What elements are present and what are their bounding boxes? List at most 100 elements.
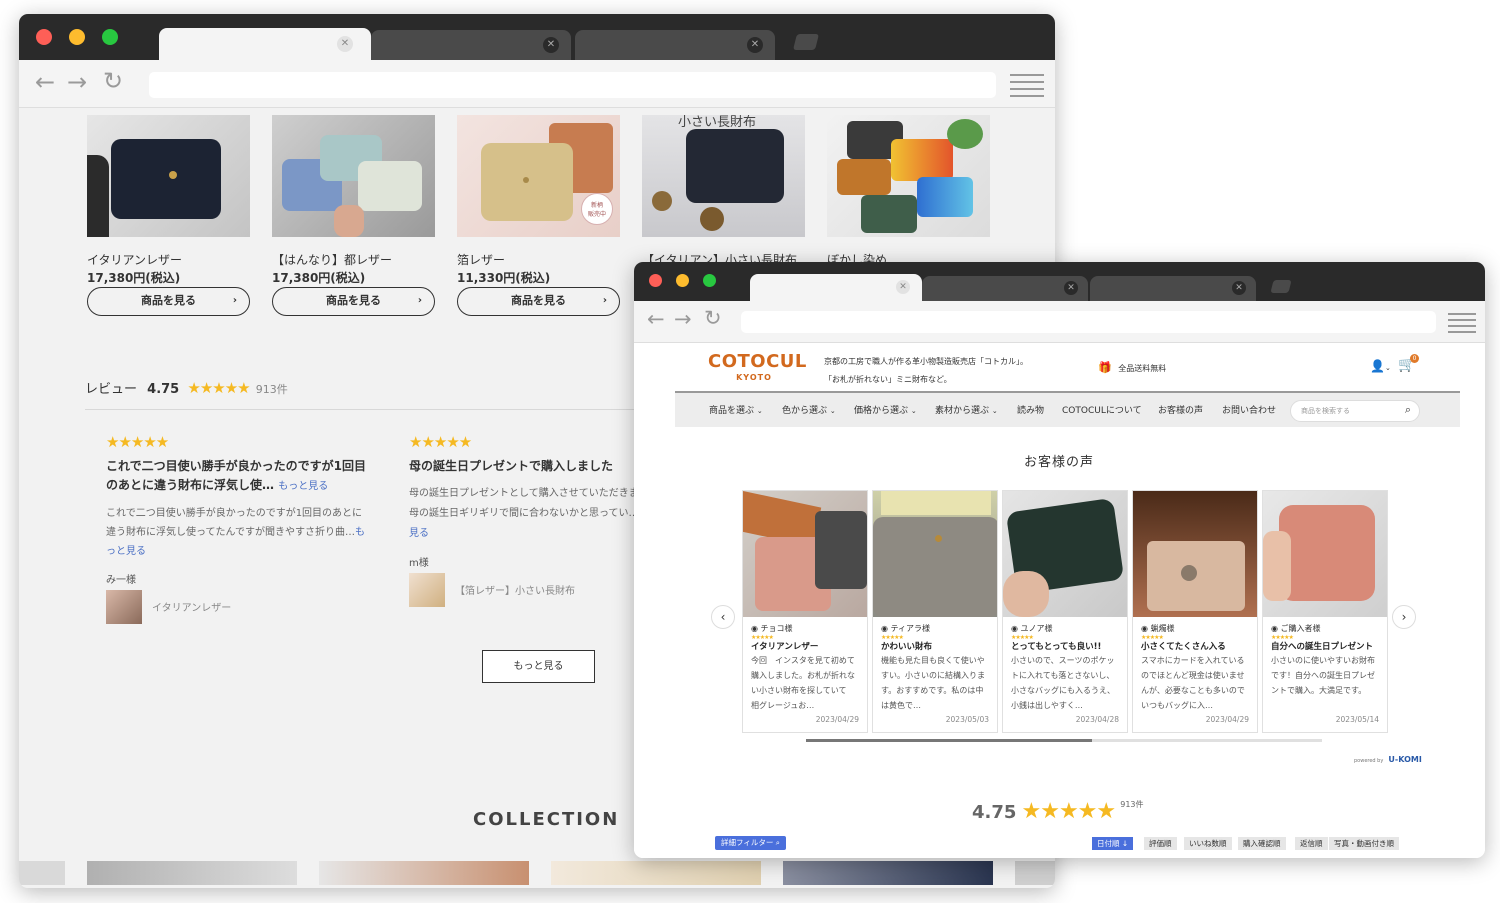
review-photo[interactable]: [743, 491, 867, 617]
tab-inactive[interactable]: ✕: [922, 276, 1088, 301]
nav-item-products[interactable]: 商品を選ぶ ⌄: [709, 393, 763, 429]
review-photo[interactable]: [873, 491, 997, 617]
product-image[interactable]: [87, 115, 250, 237]
view-product-button[interactable]: 商品を見る ›: [87, 287, 250, 316]
sort-likes-button[interactable]: いいね数順: [1184, 837, 1232, 850]
close-window-icon[interactable]: [649, 274, 662, 287]
review-author: み一様: [106, 575, 136, 586]
carousel-scrollbar-thumb[interactable]: [806, 739, 1092, 742]
menu-icon[interactable]: [1010, 74, 1044, 102]
product-name[interactable]: 箔レザー: [457, 251, 505, 268]
reload-icon[interactable]: ↻: [103, 67, 123, 95]
global-nav: 商品を選ぶ ⌄ 色から選ぶ ⌄ 価格から選ぶ ⌄ 素材から選ぶ ⌄ 読み物 CO…: [675, 391, 1460, 427]
nav-item-material[interactable]: 素材から選ぶ ⌄: [935, 393, 998, 429]
reload-icon[interactable]: ↻: [704, 306, 722, 330]
product-name[interactable]: 【はんなり】都レザー: [272, 251, 392, 268]
review-card[interactable]: ◉ ティアラ様 ★★★★★ かわいい財布 機能も見た目も良くて使いやすい。小さい…: [872, 490, 998, 733]
review-card[interactable]: ◉ ユノア様 ★★★★★ とってもとっても良い!! 小さいので、スーツのポケット…: [1002, 490, 1128, 733]
view-product-button[interactable]: 商品を見る ›: [457, 287, 620, 316]
sort-rating-button[interactable]: 評価順: [1144, 837, 1177, 850]
minimize-window-icon[interactable]: [676, 274, 689, 287]
forward-arrow-icon[interactable]: →: [674, 307, 692, 331]
product-image[interactable]: [272, 115, 435, 237]
browser-window-front: ✕ ✕ ✕ ← → ↻ COTOCUL KYOTO 京都の工房で職人が作る革小物…: [634, 262, 1485, 858]
close-window-icon[interactable]: [36, 29, 52, 45]
review-card[interactable]: ◉ ご購入者様 ★★★★★ 自分への誕生日プレゼント 小さいのに使いやすいお財布…: [1262, 490, 1388, 733]
carousel-next-button[interactable]: ›: [1392, 605, 1416, 629]
review-photo[interactable]: [1263, 491, 1387, 617]
review-product[interactable]: 【箔レザー】小さい長財布: [409, 573, 669, 607]
review-body: 今回 インスタを見て初めて購入しました。お札が折れない小さい財布を探していて 相…: [751, 656, 855, 710]
carousel-prev-button[interactable]: ‹: [711, 605, 735, 629]
nav-item-colors[interactable]: 色から選ぶ ⌄: [782, 393, 836, 429]
review-photo[interactable]: [1133, 491, 1257, 617]
review-product[interactable]: イタリアンレザー: [106, 590, 366, 624]
nav-item-about[interactable]: COTOCULについて: [1062, 393, 1142, 429]
collection-image[interactable]: [87, 861, 297, 885]
sort-date-button[interactable]: 日付順 ↓: [1092, 837, 1134, 850]
minimize-window-icon[interactable]: [69, 29, 85, 45]
tab-close-icon[interactable]: ✕: [543, 37, 559, 53]
site-logo[interactable]: COTOCUL KYOTO: [708, 351, 806, 383]
tab-close-icon[interactable]: ✕: [896, 280, 910, 294]
search-input[interactable]: 商品を検索する ⌕: [1290, 400, 1420, 422]
review-title[interactable]: これで二つ目使い勝手が良かったのですが1回目のあとに違う財布に浮気し使… もっと…: [106, 457, 366, 496]
collection-image[interactable]: [551, 861, 761, 885]
filter-button[interactable]: 詳細フィルター ⌕: [715, 836, 786, 850]
menu-icon[interactable]: [1448, 313, 1476, 337]
review-title: イタリアンレザー: [751, 642, 819, 652]
review-photo[interactable]: [1003, 491, 1127, 617]
product-name[interactable]: イタリアンレザー: [87, 251, 182, 268]
review-author: m様: [409, 558, 429, 569]
new-tab-button[interactable]: [1270, 280, 1292, 293]
tab-close-icon[interactable]: ✕: [747, 37, 763, 53]
review-card[interactable]: ◉ チョコ様 ★★★★★ イタリアンレザー 今回 インスタを見て初めて購入しまし…: [742, 490, 868, 733]
product-overlay-text: 小さい長財布: [678, 115, 757, 130]
product-image[interactable]: [827, 115, 990, 237]
rating-summary: 4.75 ★★★★★ 913件: [972, 799, 1144, 824]
back-arrow-icon[interactable]: ←: [35, 68, 55, 96]
account-icon[interactable]: 👤⌄: [1370, 359, 1391, 373]
address-bar[interactable]: [741, 311, 1436, 333]
maximize-window-icon[interactable]: [703, 274, 716, 287]
search-icon[interactable]: ⌕: [1405, 403, 1411, 417]
new-tab-button[interactable]: [793, 34, 819, 50]
tab-inactive[interactable]: ✕: [371, 30, 571, 60]
carousel-scrollbar[interactable]: [806, 739, 1322, 742]
more-reviews-button[interactable]: もっと見る: [482, 650, 595, 683]
product-image[interactable]: 小さい長財布: [642, 115, 805, 237]
reviewer-name: ◉ ユノア様: [1011, 624, 1053, 633]
star-rating-icon: ★★★★★: [106, 433, 169, 451]
sort-media-button[interactable]: 写真・動画付き順: [1329, 837, 1399, 850]
voices-heading: お客様の声: [1024, 455, 1095, 470]
tab-active[interactable]: ✕: [159, 28, 371, 60]
maximize-window-icon[interactable]: [102, 29, 118, 45]
tab-inactive[interactable]: ✕: [575, 30, 775, 60]
collection-image[interactable]: [783, 861, 993, 885]
review-title[interactable]: 母の誕生日プレゼントで購入しました: [409, 457, 669, 476]
nav-item-price[interactable]: 価格から選ぶ ⌄: [854, 393, 917, 429]
nav-item-contact[interactable]: お問い合わせ: [1222, 393, 1276, 429]
tab-close-icon[interactable]: ✕: [1232, 281, 1246, 295]
sort-verified-button[interactable]: 購入確認順: [1238, 837, 1286, 850]
tab-active[interactable]: ✕: [750, 274, 922, 301]
review-card[interactable]: ◉ 蝋燭様 ★★★★★ 小さくてたくさん入る スマホにカードを入れているのでほと…: [1132, 490, 1258, 733]
collection-image[interactable]: [319, 861, 529, 885]
product-image[interactable]: 新柄 販売中: [457, 115, 620, 237]
collection-image[interactable]: [1015, 861, 1055, 885]
tab-close-icon[interactable]: ✕: [337, 36, 353, 52]
tab-close-icon[interactable]: ✕: [1064, 281, 1078, 295]
nav-item-articles[interactable]: 読み物: [1017, 393, 1044, 429]
reviewer-name: ◉ 蝋燭様: [1141, 624, 1175, 633]
back-arrow-icon[interactable]: ←: [647, 307, 665, 331]
view-product-button[interactable]: 商品を見る ›: [272, 287, 435, 316]
nav-item-voices[interactable]: お客様の声: [1158, 393, 1203, 429]
forward-arrow-icon[interactable]: →: [67, 68, 87, 96]
sort-reply-button[interactable]: 返信順: [1295, 837, 1328, 850]
address-bar[interactable]: [149, 72, 996, 98]
read-more-link[interactable]: もっと見る: [278, 481, 328, 492]
reviewer-name: ◉ チョコ様: [751, 624, 793, 633]
tab-inactive[interactable]: ✕: [1090, 276, 1256, 301]
powered-by: powered by U-KOMI: [1354, 755, 1422, 764]
collection-image[interactable]: [19, 861, 65, 885]
